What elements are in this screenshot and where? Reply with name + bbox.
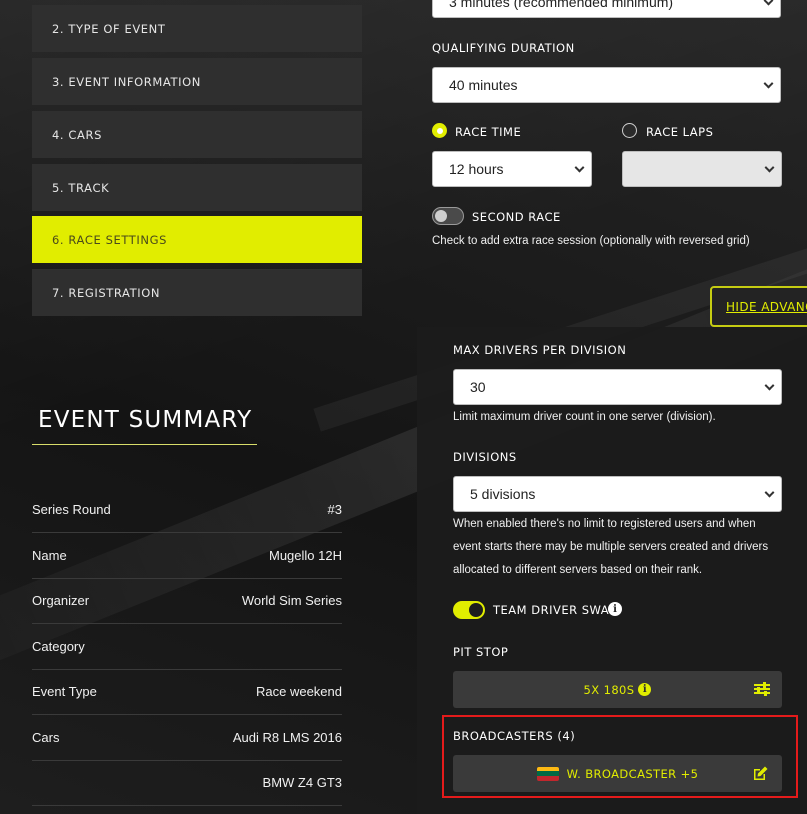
qualifying-duration-value: 40 minutes (449, 77, 518, 93)
summary-row-label: Organizer (32, 593, 90, 608)
summary-underline (32, 444, 257, 445)
chevron-down-icon (763, 0, 774, 6)
max-drivers-label: MAX DRIVERS PER DIVISION (453, 343, 627, 357)
broadcasters-highlight-box (442, 715, 798, 798)
race-laps-select[interactable] (622, 151, 782, 187)
max-drivers-select[interactable]: 30 (453, 369, 782, 405)
race-time-value: 12 hours (449, 161, 504, 177)
sliders-icon (754, 682, 770, 696)
qualifying-duration-label: QUALIFYING DURATION (432, 41, 575, 55)
summary-row: Category (32, 624, 342, 670)
max-drivers-value: 30 (470, 379, 486, 395)
event-summary-title: EVENT SUMMARY (38, 407, 253, 433)
team-driver-swap-toggle[interactable] (453, 601, 485, 619)
pit-stop-value: 5X 180S (583, 682, 635, 697)
info-icon[interactable]: i (608, 602, 622, 616)
pit-stop-label: PIT STOP (453, 645, 509, 659)
chevron-down-icon (763, 78, 774, 89)
practice-duration-value: 3 minutes (recommended minimum) (449, 0, 674, 10)
race-time-radio[interactable] (432, 123, 447, 138)
second-race-hint: Check to add extra race session (optiona… (432, 235, 750, 247)
nav-item-event-information[interactable]: 3. EVENT INFORMATION (32, 58, 362, 105)
divisions-select[interactable]: 5 divisions (453, 476, 782, 512)
summary-row-label: Category (32, 639, 85, 654)
summary-row-value: #3 (327, 502, 342, 517)
chevron-down-icon (764, 162, 775, 173)
nav-item-cars[interactable]: 4. CARS (32, 111, 362, 158)
divisions-hint-line: allocated to different servers based on … (453, 564, 703, 576)
nav-item-type-of-event[interactable]: 2. TYPE OF EVENT (32, 5, 362, 52)
summary-row-label: Name (32, 548, 67, 563)
info-icon: i (638, 683, 652, 696)
summary-row-label: Cars (32, 730, 60, 745)
divisions-hint-line: event starts there may be multiple serve… (453, 541, 769, 553)
race-laps-label: RACE LAPS (646, 125, 714, 139)
practice-duration-select[interactable]: 3 minutes (recommended minimum) (432, 0, 781, 18)
pit-stop-button[interactable]: 5X 180S i (453, 671, 782, 708)
summary-row: Series Round #3 (32, 487, 342, 533)
divisions-value: 5 divisions (470, 486, 536, 502)
race-time-label: RACE TIME (455, 125, 522, 139)
summary-row-value: BMW Z4 GT3 (262, 775, 342, 790)
summary-row-value: Mugello 12H (269, 548, 342, 563)
qualifying-duration-select[interactable]: 40 minutes (432, 67, 781, 103)
nav-item-track[interactable]: 5. TRACK (32, 164, 362, 211)
race-time-select[interactable]: 12 hours (432, 151, 592, 187)
summary-row: Event Type Race weekend (32, 669, 342, 715)
summary-row-value: Race weekend (256, 684, 342, 699)
divisions-label: DIVISIONS (453, 450, 517, 464)
summary-row: BMW Z4 GT3 (32, 760, 342, 806)
chevron-down-icon (764, 487, 775, 498)
summary-row: Name Mugello 12H (32, 533, 342, 579)
nav-item-race-settings[interactable]: 6. RACE SETTINGS (32, 216, 362, 263)
summary-row: Cars Audi R8 LMS 2016 (32, 715, 342, 761)
team-driver-swap-label: TEAM DRIVER SWAP (493, 603, 617, 617)
second-race-toggle[interactable] (432, 207, 464, 225)
summary-row-label: Series Round (32, 502, 111, 517)
max-drivers-hint: Limit maximum driver count in one server… (453, 411, 716, 423)
summary-row: Organizer World Sim Series (32, 578, 342, 624)
summary-row-value: World Sim Series (241, 593, 342, 608)
chevron-down-icon (574, 162, 585, 173)
hide-advanced-button[interactable]: HIDE ADVANCED (710, 286, 807, 327)
race-laps-radio[interactable] (622, 123, 637, 138)
chevron-down-icon (764, 380, 775, 391)
second-race-label: SECOND RACE (472, 210, 561, 224)
divisions-hint-line: When enabled there's no limit to registe… (453, 518, 756, 530)
summary-row-value: Audi R8 LMS 2016 (232, 730, 342, 745)
summary-row-label: Event Type (32, 684, 97, 699)
nav-item-registration[interactable]: 7. REGISTRATION (32, 269, 362, 316)
